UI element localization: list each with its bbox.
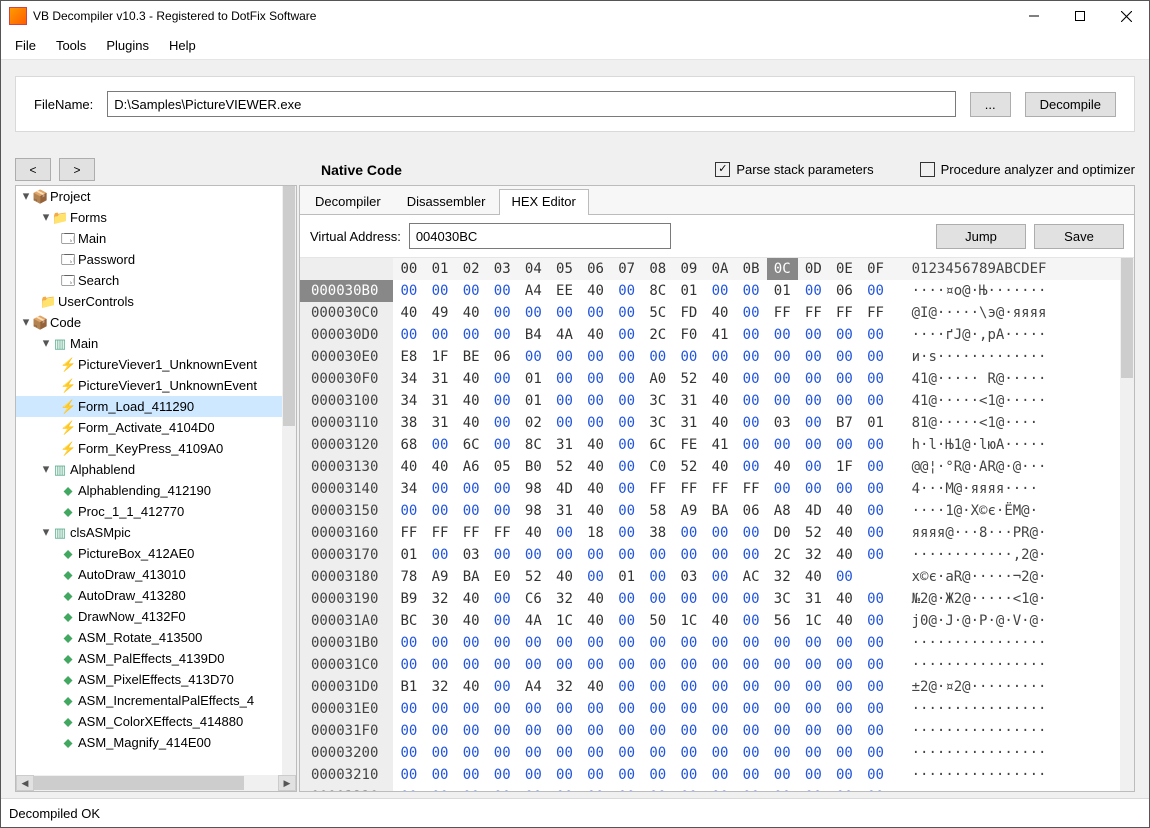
tree-item[interactable]: ▾📦Project — [16, 186, 282, 207]
optimizer-checkbox[interactable]: Procedure analyzer and optimizer — [920, 162, 1135, 177]
content-pane: DecompilerDisassemblerHEX Editor Virtual… — [299, 185, 1135, 792]
hex-row[interactable]: 0000318078A9BAE052400001000300AC324000x©… — [300, 566, 1134, 588]
jump-button[interactable]: Jump — [936, 224, 1026, 249]
tree-item[interactable]: ⬥ASM_PalEffects_4139D0 — [16, 648, 282, 669]
code-type-label: Native Code — [321, 162, 402, 178]
tree-item[interactable]: ⚡PictureViever1_UnknownEvent — [16, 354, 282, 375]
tree-item[interactable]: ⬥ASM_Rotate_413500 — [16, 627, 282, 648]
tree-vscrollbar[interactable] — [282, 186, 296, 775]
tree-item[interactable]: ⬥ASM_ColorXEffects_414880 — [16, 711, 282, 732]
tree-item[interactable]: ▾▥clsASMpic — [16, 522, 282, 543]
hex-vscrollbar[interactable] — [1120, 258, 1134, 791]
tree-item[interactable]: ⚡PictureViever1_UnknownEvent — [16, 375, 282, 396]
tree-item[interactable]: ⚡Form_Activate_4104D0 — [16, 417, 282, 438]
tree-item[interactable]: ⬥PictureBox_412AE0 — [16, 543, 282, 564]
filename-input[interactable] — [107, 91, 955, 117]
tree-item[interactable]: ⚡Form_Load_411290 — [16, 396, 282, 417]
menu-tools[interactable]: Tools — [48, 36, 94, 55]
tab-hex-editor[interactable]: HEX Editor — [499, 189, 589, 215]
virtual-address-input[interactable] — [409, 223, 672, 249]
hex-row[interactable]: 000031D0B1324000A43240000000000000000000… — [300, 676, 1134, 698]
tree-item[interactable]: 🗔Password — [16, 249, 282, 270]
tree-item[interactable]: 🗔Search — [16, 270, 282, 291]
maximize-button[interactable] — [1057, 1, 1103, 31]
hex-row[interactable]: 000031700100030000000000000000002C324000… — [300, 544, 1134, 566]
hex-row[interactable]: 0000321000000000000000000000000000000000… — [300, 764, 1134, 786]
hex-row[interactable]: 0000311038314000020000003C3140000300B701… — [300, 412, 1134, 434]
hex-editor: 000102030405060708090A0B0C0D0E0F01234567… — [300, 257, 1134, 791]
app-window: VB Decompiler v10.3 - Registered to DotF… — [0, 0, 1150, 828]
project-tree: ▾📦Project▾📁Forms🗔Main🗔Password🗔Search📁Us… — [16, 186, 296, 775]
forward-button[interactable]: > — [59, 158, 95, 181]
tree-item[interactable]: ⬥AutoDraw_413010 — [16, 564, 282, 585]
hex-row[interactable]: 000031A0BC3040004A1C4000501C4000561C4000… — [300, 610, 1134, 632]
tree-item[interactable]: ▾📦Code — [16, 312, 282, 333]
save-button[interactable]: Save — [1034, 224, 1124, 249]
tree-item[interactable]: ⬥Alphablending_412190 — [16, 480, 282, 501]
hex-row[interactable]: 0000322000000000000000000000000000000000… — [300, 786, 1134, 791]
tree-item[interactable]: ▾▥Alphablend — [16, 459, 282, 480]
hex-row[interactable]: 00003150000000009831400058A9BA06A84D4000… — [300, 500, 1134, 522]
tree-item[interactable]: ⚡Form_KeyPress_4109A0 — [16, 438, 282, 459]
tree-item[interactable]: ⬥ASM_Magnify_414E00 — [16, 732, 282, 753]
hex-row[interactable]: 000031F000000000000000000000000000000000… — [300, 720, 1134, 742]
hex-row[interactable]: 000030F03431400001000000A052400000000000… — [300, 368, 1134, 390]
tree-item[interactable]: ⬥ASM_IncrementalPalEffects_4 — [16, 690, 282, 711]
hex-row[interactable]: 00003160FFFFFFFF4000180038000000D0524000… — [300, 522, 1134, 544]
browse-button[interactable]: ... — [970, 92, 1011, 117]
status-bar: Decompiled OK — [1, 798, 1149, 827]
tab-decompiler[interactable]: Decompiler — [302, 189, 394, 215]
parse-stack-checkbox[interactable]: ✓Parse stack parameters — [715, 162, 873, 177]
menubar: FileToolsPluginsHelp — [1, 31, 1149, 60]
menu-plugins[interactable]: Plugins — [98, 36, 157, 55]
tree-hscrollbar[interactable]: ◀▶ — [16, 775, 296, 791]
tree-item[interactable]: ▾▥Main — [16, 333, 282, 354]
window-title: VB Decompiler v10.3 - Registered to DotF… — [33, 9, 1011, 23]
hex-row[interactable]: 00003190B9324000C6324000000000003C314000… — [300, 588, 1134, 610]
hex-row[interactable]: 000030D000000000B44A40002CF0410000000000… — [300, 324, 1134, 346]
menu-help[interactable]: Help — [161, 36, 204, 55]
app-icon — [9, 7, 27, 25]
hex-row[interactable]: 000031304040A605B0524000C052400040001F00… — [300, 456, 1134, 478]
tabs: DecompilerDisassemblerHEX Editor — [300, 186, 1134, 215]
tab-disassembler[interactable]: Disassembler — [394, 189, 499, 215]
menu-file[interactable]: File — [7, 36, 44, 55]
hex-row[interactable]: 000030C040494000000000005CFD4000FFFFFFFF… — [300, 302, 1134, 324]
tree-pane: ▾📦Project▾📁Forms🗔Main🗔Password🗔Search📁Us… — [15, 185, 297, 792]
hex-row[interactable]: 000031E000000000000000000000000000000000… — [300, 698, 1134, 720]
filename-label: FileName: — [34, 97, 93, 112]
hex-row[interactable]: 000031C000000000000000000000000000000000… — [300, 654, 1134, 676]
titlebar: VB Decompiler v10.3 - Registered to DotF… — [1, 1, 1149, 31]
decompile-button[interactable]: Decompile — [1025, 92, 1116, 117]
tree-item[interactable]: 🗔Main — [16, 228, 282, 249]
tree-item[interactable]: ⬥AutoDraw_413280 — [16, 585, 282, 606]
hex-row[interactable]: 0000312068006C008C3140006CFE410000000000… — [300, 434, 1134, 456]
hex-row[interactable]: 0000314034000000984D4000FFFFFFFF00000000… — [300, 478, 1134, 500]
tree-item[interactable]: ⬥DrawNow_4132F0 — [16, 606, 282, 627]
hex-row[interactable]: 0000320000000000000000000000000000000000… — [300, 742, 1134, 764]
minimize-button[interactable] — [1011, 1, 1057, 31]
tree-item[interactable]: ▾📁Forms — [16, 207, 282, 228]
tree-item[interactable]: 📁UserControls — [16, 291, 282, 312]
hex-row[interactable]: 0000310034314000010000003C31400000000000… — [300, 390, 1134, 412]
close-button[interactable] — [1103, 1, 1149, 31]
tree-item[interactable]: ⬥Proc_1_1_412770 — [16, 501, 282, 522]
virtual-address-label: Virtual Address: — [310, 229, 401, 244]
hex-row[interactable]: 000030E0E81FBE06000000000000000000000000… — [300, 346, 1134, 368]
tree-item[interactable]: ⬥ASM_PixelEffects_413D70 — [16, 669, 282, 690]
toolbar: FileName: ... Decompile — [1, 60, 1149, 148]
back-button[interactable]: < — [15, 158, 51, 181]
hex-row[interactable]: 000031B000000000000000000000000000000000… — [300, 632, 1134, 654]
hex-row[interactable]: 000030B000000000A4EE40008C01000001000600… — [300, 280, 1134, 302]
nav-row: < > Native Code ✓Parse stack parameters … — [1, 148, 1149, 185]
